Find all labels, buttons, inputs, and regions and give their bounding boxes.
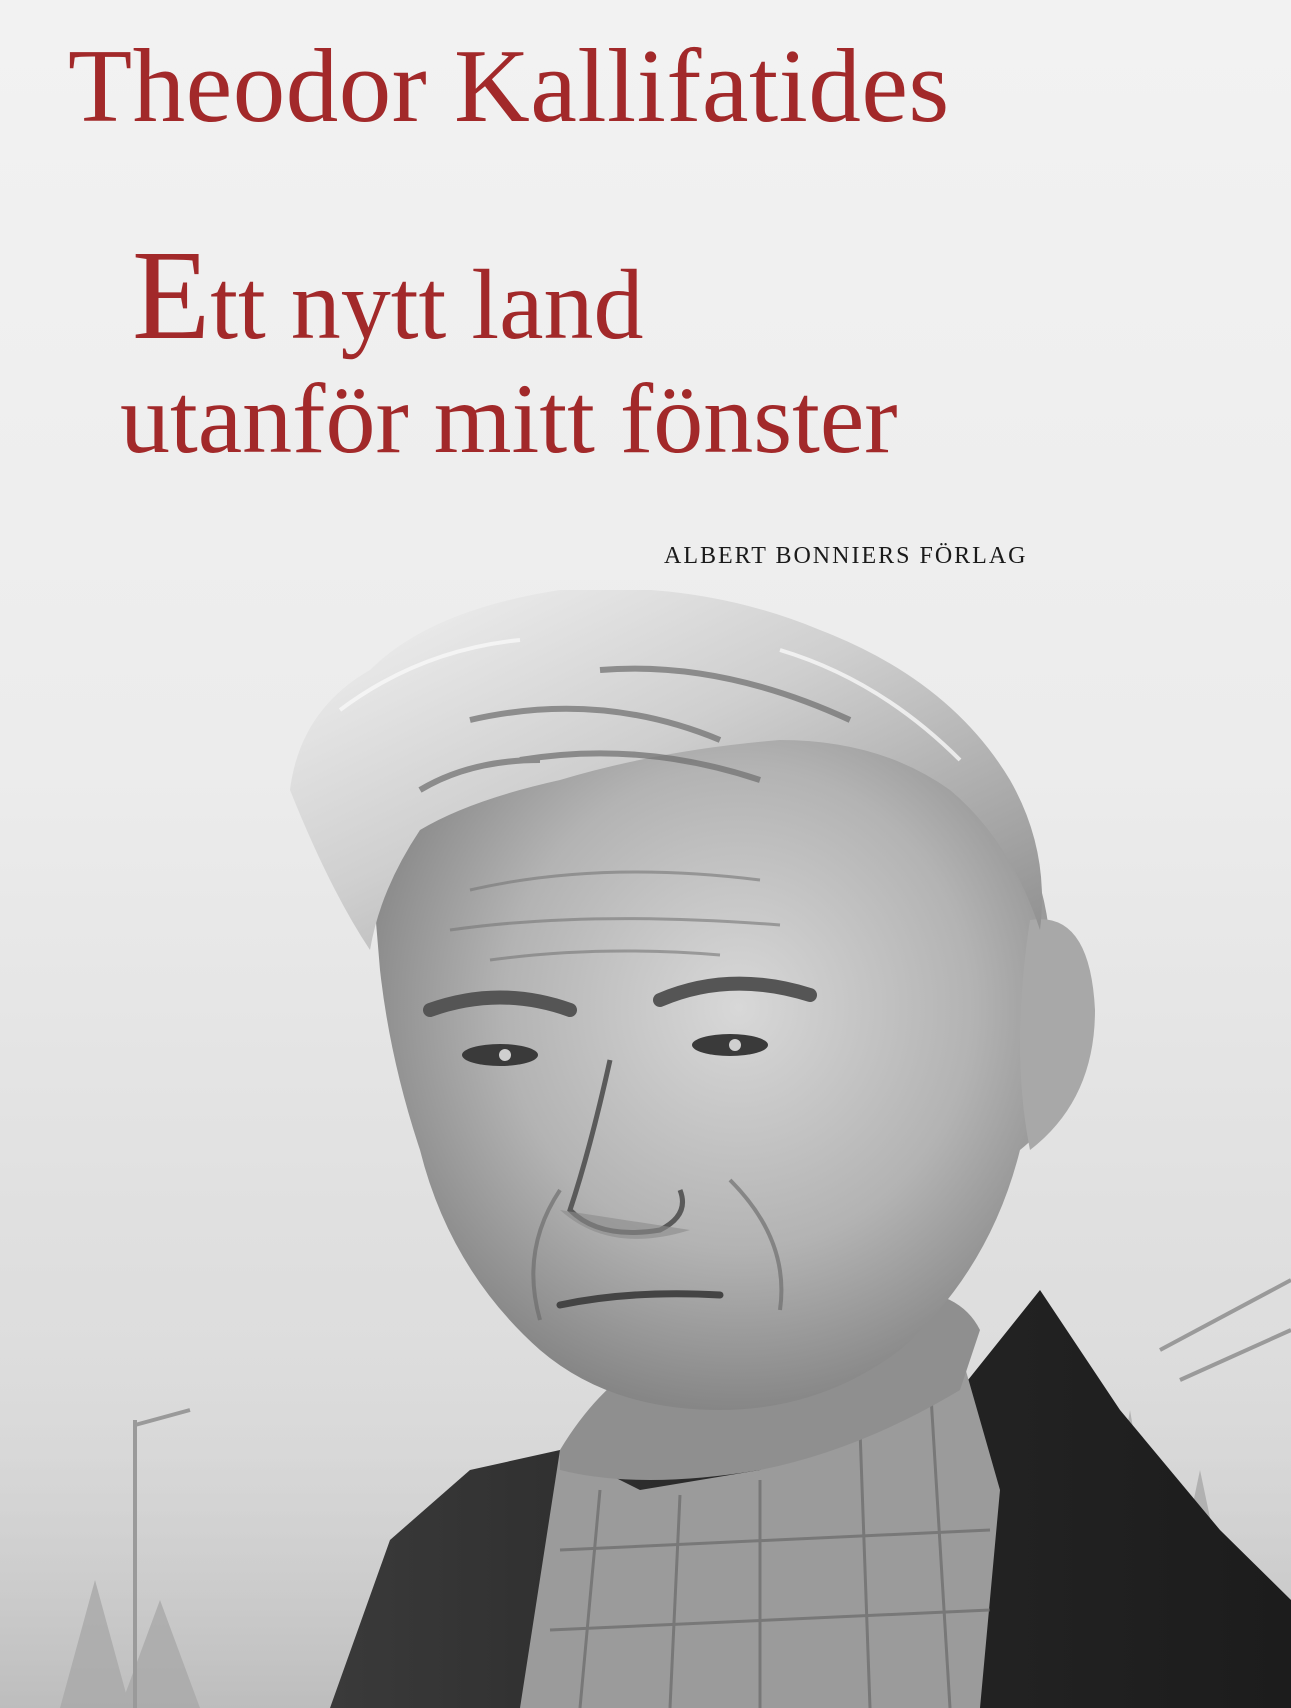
book-title: Ett nytt land utanför mitt fönster [120,225,898,474]
title-line-2: utanför mitt fönster [120,362,898,474]
title-initial: E [132,224,211,366]
ear [1020,919,1095,1150]
publisher-name: ALBERT BONNIERS FÖRLAG [664,543,1028,569]
title-line-1: Ett nytt land [132,225,898,366]
author-name: Theodor Kallifatides [68,27,950,144]
title-line-1-rest: tt nytt land [210,249,644,360]
author-portrait-photo [0,590,1291,1708]
book-cover: Theodor Kallifatides Ett nytt land utanf… [0,0,1291,1708]
